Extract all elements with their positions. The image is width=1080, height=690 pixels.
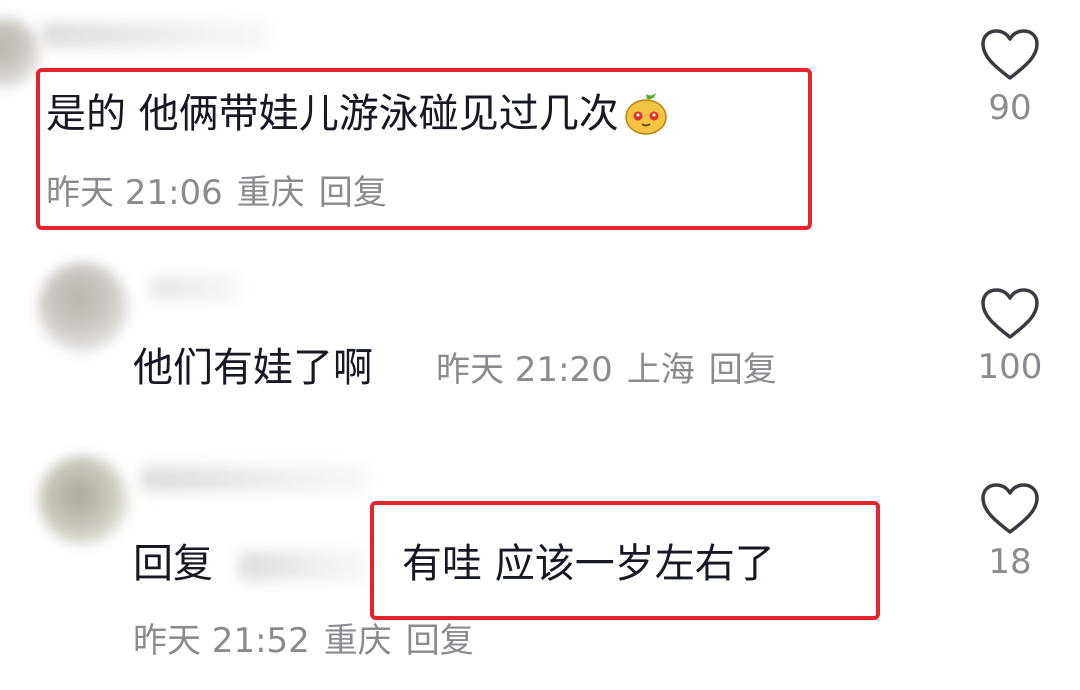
mentioned-user-blurred[interactable] [238, 551, 368, 581]
comment-text-content: 他们有娃了啊 [133, 345, 373, 391]
like-count: 18 [988, 542, 1032, 582]
username-blurred[interactable] [150, 275, 240, 301]
like-button[interactable]: 90 [960, 28, 1060, 128]
red-highlight-box [36, 68, 812, 230]
avatar[interactable] [0, 18, 40, 88]
comment-text: 他们有娃了啊 [133, 344, 373, 392]
reply-button[interactable]: 回复 [709, 350, 777, 390]
like-button[interactable]: 18 [960, 482, 1060, 582]
comment-location: 重庆 [323, 621, 392, 661]
reply-prefix: 回复 [133, 541, 213, 587]
comment-text: 回复 [133, 540, 213, 588]
comment-time: 昨天 21:20 [436, 350, 613, 390]
like-count: 100 [977, 347, 1043, 387]
heart-outline-icon [981, 288, 1039, 339]
username-blurred[interactable] [140, 466, 370, 492]
like-count: 90 [988, 88, 1032, 128]
red-highlight-box [370, 501, 880, 620]
comment-meta: 昨天 21:52 重庆 回复 [133, 621, 488, 661]
username-blurred[interactable] [40, 22, 270, 48]
comment-meta: 昨天 21:20 上海 回复 [436, 350, 791, 390]
reply-button[interactable]: 回复 [406, 621, 474, 661]
avatar[interactable] [38, 262, 128, 352]
comment-location: 上海 [626, 350, 695, 390]
heart-outline-icon [981, 29, 1039, 80]
like-button[interactable]: 100 [960, 287, 1060, 387]
heart-outline-icon [981, 483, 1039, 534]
comment-time: 昨天 21:52 [133, 621, 310, 661]
avatar[interactable] [38, 455, 128, 545]
